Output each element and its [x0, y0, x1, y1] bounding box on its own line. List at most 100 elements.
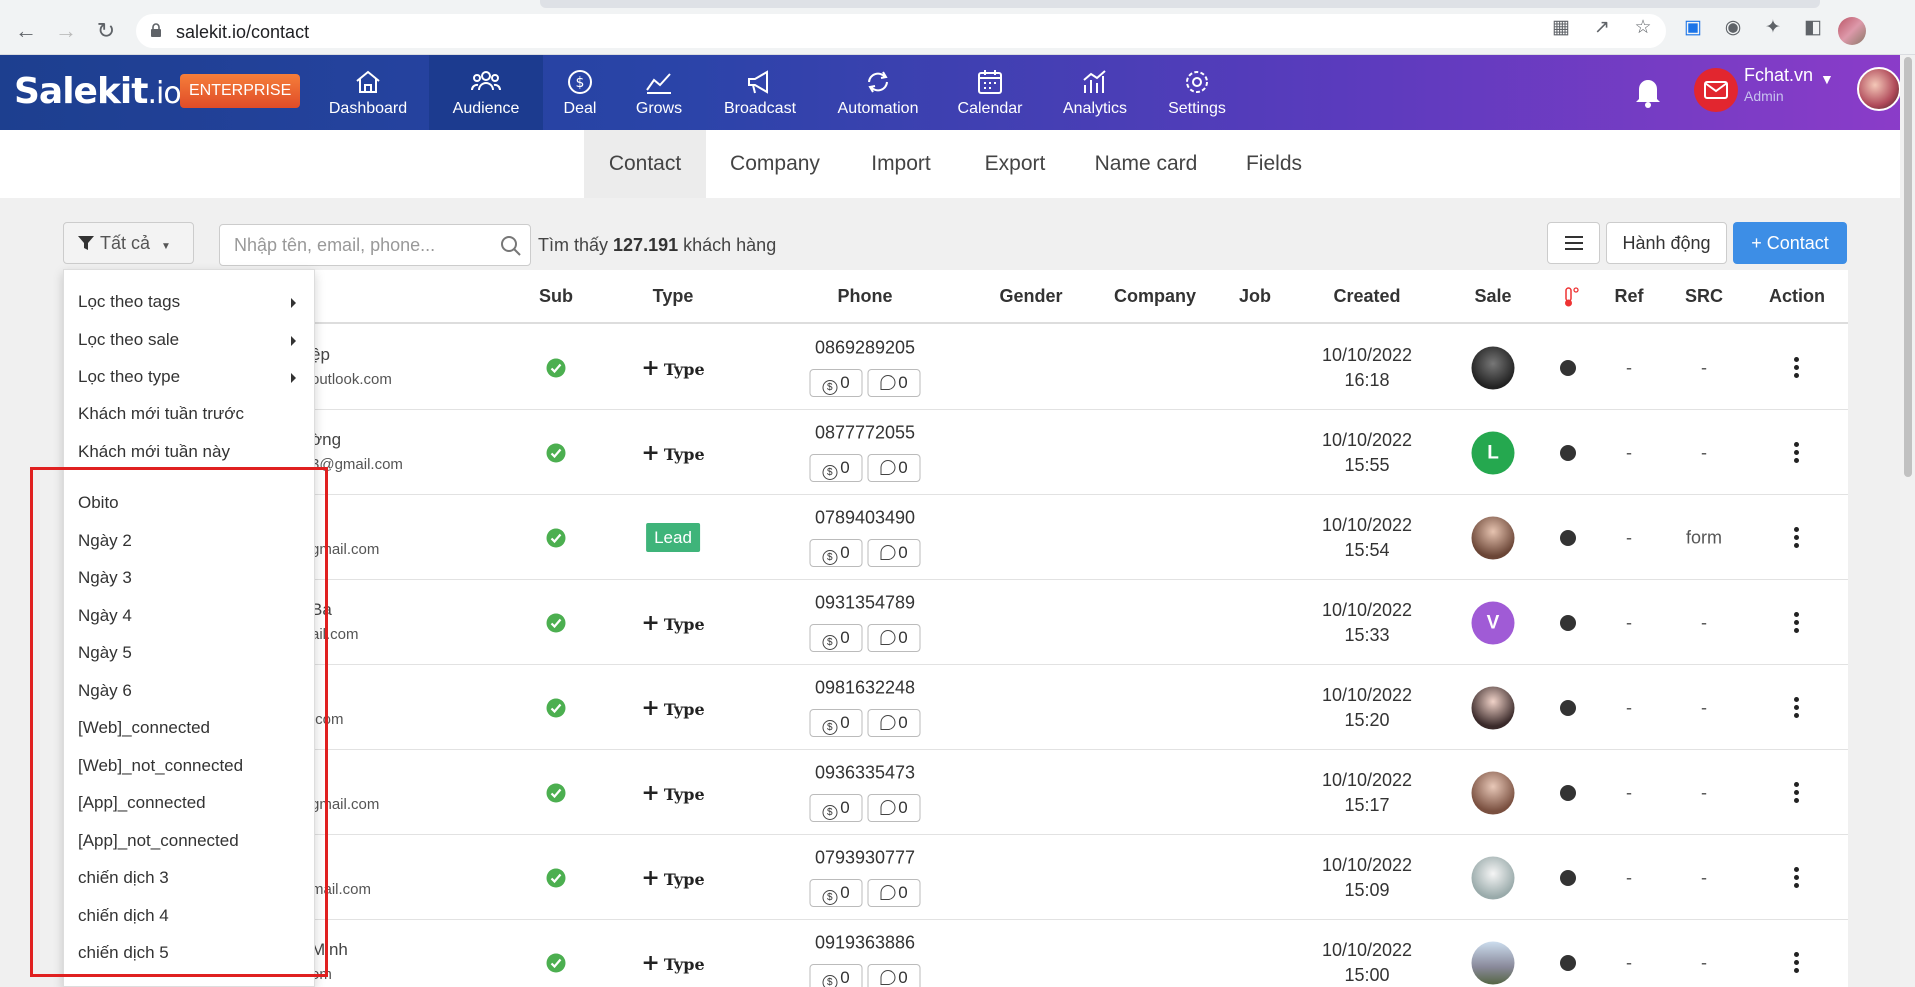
back-icon[interactable]: ←: [12, 18, 40, 46]
add-contact-button[interactable]: + Contact: [1733, 222, 1847, 264]
search-icon[interactable]: [500, 235, 522, 257]
browser-profile-avatar[interactable]: [1838, 17, 1866, 45]
notification-bell-icon[interactable]: [1633, 75, 1663, 109]
row-actions-kebab-icon[interactable]: [1794, 952, 1800, 974]
segment-filter-item[interactable]: Ngày 6: [78, 681, 132, 701]
phone-number[interactable]: 0981632248: [815, 678, 915, 698]
phone-number[interactable]: 0931354789: [815, 593, 915, 613]
contact-name[interactable]: ờng: [311, 430, 341, 450]
tab-export[interactable]: Export: [975, 130, 1055, 198]
segment-filter-item[interactable]: Ngày 3: [78, 568, 132, 588]
table-row[interactable]: mail.com + Type 0793930777 $0 0 10/10/202…: [63, 835, 1848, 920]
chevron-down-icon[interactable]: ▼: [1820, 71, 1834, 87]
phone-number[interactable]: 0936335473: [815, 763, 915, 783]
col-header-company[interactable]: Company: [1114, 286, 1196, 307]
note-count-chip[interactable]: 0: [867, 454, 921, 482]
col-header-type[interactable]: Type: [653, 286, 694, 307]
tab-fields[interactable]: Fields: [1240, 130, 1308, 198]
segment-filter-item[interactable]: Ngày 4: [78, 606, 132, 626]
phone-number[interactable]: 0789403490: [815, 508, 915, 528]
segment-filter-item[interactable]: [Web]_connected: [78, 718, 210, 738]
table-row[interactable]: ờng 3@gmail.com + Type 0877772055 $0 0 10…: [63, 410, 1848, 495]
segment-filter-item[interactable]: Ngày 5: [78, 643, 132, 663]
mail-icon[interactable]: [1694, 68, 1738, 112]
note-count-chip[interactable]: 0: [867, 624, 921, 652]
contact-name[interactable]: Minh: [311, 940, 348, 960]
nav-broadcast[interactable]: Broadcast: [716, 55, 804, 130]
deal-count-chip[interactable]: $0: [809, 454, 863, 482]
note-count-chip[interactable]: 0: [867, 539, 921, 567]
col-header-sub[interactable]: Sub: [539, 286, 573, 307]
tab-import[interactable]: Import: [860, 130, 942, 198]
note-count-chip[interactable]: 0: [867, 709, 921, 737]
add-type-button[interactable]: + Type: [641, 780, 704, 806]
row-actions-kebab-icon[interactable]: [1794, 782, 1800, 804]
sale-avatar[interactable]: [1471, 516, 1515, 560]
sale-avatar[interactable]: V: [1471, 601, 1515, 645]
sale-avatar[interactable]: [1471, 346, 1515, 390]
bulk-action-button[interactable]: Hành động: [1606, 222, 1727, 264]
extension-translate-icon[interactable]: ▣: [1680, 16, 1706, 39]
filter-dropdown-button[interactable]: Tất cả ▼: [63, 222, 194, 264]
address-bar[interactable]: salekit.io/contact: [136, 14, 1666, 48]
bookmark-star-icon[interactable]: ☆: [1630, 16, 1656, 39]
search-input[interactable]: [220, 225, 490, 265]
col-header-job[interactable]: Job: [1239, 286, 1271, 307]
forward-icon[interactable]: →: [52, 18, 80, 46]
share-icon[interactable]: ↗: [1589, 16, 1615, 39]
deal-count-chip[interactable]: $0: [809, 964, 863, 987]
segment-filter-item[interactable]: [Web]_not_connected: [78, 756, 243, 776]
table-row[interactable]: Minh om + Type 0919363886 $0 0 10/10/2022…: [63, 920, 1848, 987]
note-count-chip[interactable]: 0: [867, 964, 921, 987]
page-scrollbar-thumb[interactable]: [1904, 57, 1912, 477]
quick-filter-item[interactable]: Khách mới tuần trước: [78, 404, 244, 424]
nav-automation[interactable]: Automation: [830, 55, 926, 130]
column-menu-button[interactable]: [1547, 222, 1600, 264]
segment-filter-item[interactable]: [App]_connected: [78, 793, 206, 813]
tab-contact[interactable]: Contact: [584, 130, 706, 198]
table-row[interactable]: gmail.com + Type 0936335473 $0 0 10/10/20…: [63, 750, 1848, 835]
filter-submenu-item[interactable]: Lọc theo tags: [78, 292, 302, 312]
phone-number[interactable]: 0869289205: [815, 338, 915, 358]
row-actions-kebab-icon[interactable]: [1794, 697, 1800, 719]
phone-number[interactable]: 0793930777: [815, 848, 915, 868]
quick-filter-item[interactable]: Khách mới tuần này: [78, 442, 230, 462]
sale-avatar[interactable]: [1471, 941, 1515, 985]
add-type-button[interactable]: + Type: [641, 355, 704, 381]
nav-calendar[interactable]: Calendar: [952, 55, 1028, 130]
phone-number[interactable]: 0877772055: [815, 423, 915, 443]
add-type-button[interactable]: + Type: [641, 865, 704, 891]
col-header-phone[interactable]: Phone: [837, 286, 892, 307]
segment-filter-item[interactable]: Ngày 2: [78, 531, 132, 551]
col-header-created[interactable]: Created: [1333, 286, 1400, 307]
table-row[interactable]: .com + Type 0981632248 $0 0 10/10/2022 15:…: [63, 665, 1848, 750]
nav-settings[interactable]: Settings: [1160, 55, 1234, 130]
col-header-sale[interactable]: Sale: [1474, 286, 1511, 307]
segment-filter-item[interactable]: [App]_not_connected: [78, 831, 239, 851]
lead-type-badge[interactable]: Lead: [646, 523, 700, 552]
row-actions-kebab-icon[interactable]: [1794, 527, 1800, 549]
segment-filter-item[interactable]: chiến dịch 3: [78, 868, 169, 888]
note-count-chip[interactable]: 0: [867, 369, 921, 397]
row-actions-kebab-icon[interactable]: [1794, 612, 1800, 634]
table-row[interactable]: Ba ail.com + Type 0931354789 $0 0 10/10/2…: [63, 580, 1848, 665]
translate-icon[interactable]: ▦: [1548, 16, 1574, 39]
phone-number[interactable]: 0919363886: [815, 933, 915, 953]
reload-icon[interactable]: ↻: [92, 18, 120, 46]
col-header-src[interactable]: SRC: [1685, 286, 1723, 307]
table-row[interactable]: gmail.com Lead 0789403490 $0 0 10/10/202…: [63, 495, 1848, 580]
tab-name-card[interactable]: Name card: [1088, 130, 1204, 198]
side-panel-icon[interactable]: ◧: [1800, 16, 1826, 39]
segment-filter-item[interactable]: Obito: [78, 493, 119, 513]
row-actions-kebab-icon[interactable]: [1794, 867, 1800, 889]
deal-count-chip[interactable]: $0: [809, 539, 863, 567]
nav-dashboard[interactable]: Dashboard: [318, 55, 418, 130]
note-count-chip[interactable]: 0: [867, 794, 921, 822]
note-count-chip[interactable]: 0: [867, 879, 921, 907]
add-type-button[interactable]: + Type: [641, 695, 704, 721]
add-type-button[interactable]: + Type: [641, 950, 704, 976]
sale-avatar[interactable]: [1471, 686, 1515, 730]
sale-avatar[interactable]: L: [1471, 431, 1515, 475]
col-header-ref[interactable]: Ref: [1614, 286, 1643, 307]
camera-icon[interactable]: ◉: [1720, 16, 1746, 39]
